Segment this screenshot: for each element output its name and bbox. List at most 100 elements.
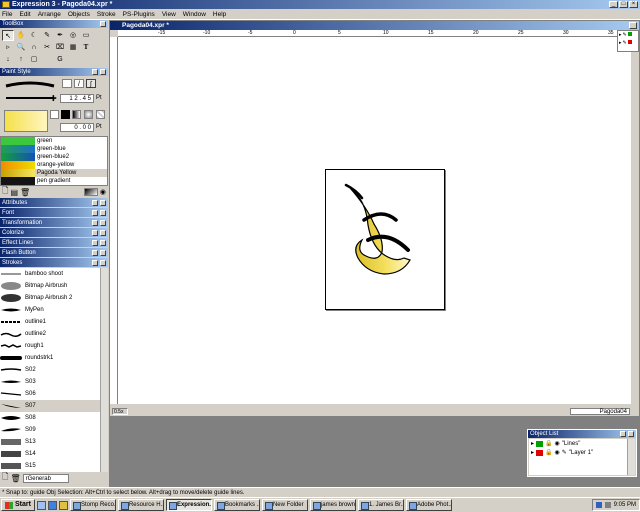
eraser-tool-icon[interactable]: ⌧ — [54, 42, 66, 53]
effect-lines-panel-title[interactable]: Effect Lines — [0, 238, 108, 248]
minimize-icon[interactable]: _ — [609, 1, 618, 8]
rectangle-tool-icon[interactable]: ▭ — [80, 30, 92, 41]
rotate-tool-icon[interactable]: G — [54, 54, 66, 65]
expand-arrow-icon[interactable]: ▸ — [531, 440, 534, 447]
panel-close-icon[interactable] — [100, 260, 106, 266]
taskbar-item-active[interactable]: Expression... — [165, 499, 212, 511]
menu-edit[interactable]: Edit — [19, 11, 30, 18]
strokes-scrollbar[interactable] — [100, 268, 108, 472]
eye-icon[interactable]: ◉ — [555, 440, 560, 447]
list-item[interactable]: S14 — [0, 448, 108, 460]
menu-file[interactable]: File — [2, 11, 12, 18]
taskbar-item[interactable]: Adobe Phot... — [405, 499, 452, 511]
panel-close-icon[interactable] — [100, 21, 106, 27]
panel-menu-icon[interactable] — [92, 210, 98, 216]
lock-icon[interactable]: ▸ — [619, 40, 622, 46]
lasso-tool-icon[interactable]: ☾ — [28, 30, 40, 41]
direct-select-tool-icon[interactable]: ▹ — [2, 42, 14, 53]
layer-row[interactable]: ▸ 🔒 ◉ ✎ "Layer 1" — [529, 448, 635, 457]
grid-tool-icon[interactable]: ▦ — [67, 42, 79, 53]
quicklaunch-ie-icon[interactable] — [47, 500, 57, 510]
horizontal-ruler[interactable]: -15 -10 -5 0 5 10 15 20 25 30 35 — [118, 30, 631, 37]
panel-close-icon[interactable] — [100, 69, 106, 75]
pagoda-artwork[interactable] — [326, 170, 446, 311]
colorize-panel-title[interactable]: Colorize — [0, 228, 108, 238]
list-item[interactable]: bamboo shoot — [0, 268, 108, 280]
pencil-tool-icon[interactable]: ✎ — [41, 30, 53, 41]
pen-icon[interactable]: ✎ — [562, 449, 567, 456]
panel-close-icon[interactable] — [628, 431, 634, 437]
list-item[interactable]: S15 — [0, 460, 108, 472]
arrow-down-tool-icon[interactable]: ↓ — [2, 54, 14, 65]
drawing-canvas[interactable] — [118, 37, 631, 404]
panel-menu-icon[interactable] — [620, 431, 626, 437]
panel-menu-icon[interactable] — [92, 220, 98, 226]
quicklaunch-desktop-icon[interactable] — [36, 500, 46, 510]
pen-icon[interactable]: ✎ — [623, 32, 627, 38]
panel-close-icon[interactable] — [100, 240, 106, 246]
panel-menu-icon[interactable] — [92, 250, 98, 256]
new-stroke-icon[interactable]: 🗋 — [2, 471, 8, 485]
panel-close-icon[interactable] — [100, 230, 106, 236]
pen-line-icon[interactable]: / — [74, 79, 84, 88]
new-swatch-icon[interactable]: 🗋 — [2, 185, 8, 199]
paint-mode-icon[interactable] — [50, 110, 59, 119]
list-item[interactable]: S08 — [0, 412, 108, 424]
list-item[interactable]: roundstrk1 — [0, 352, 108, 364]
list-item[interactable]: rough1 — [0, 340, 108, 352]
stroke-width-unit[interactable]: Pt — [96, 95, 102, 101]
delete-stroke-icon[interactable]: 🗑 — [10, 474, 20, 483]
offset-unit[interactable]: Pt — [96, 124, 102, 130]
swatch-view-icon[interactable] — [83, 188, 98, 196]
frame-tool-icon[interactable]: ▢ — [28, 54, 40, 65]
panel-close-icon[interactable] — [100, 250, 106, 256]
menu-objects[interactable]: Objects — [68, 11, 90, 18]
document-name-field[interactable]: Pagoda04 — [570, 408, 630, 415]
lock-icon[interactable]: 🔒 — [545, 440, 552, 447]
expand-arrow-icon[interactable]: ▸ — [531, 449, 534, 456]
tray-volume-icon[interactable] — [604, 502, 611, 508]
flash-button-panel-title[interactable]: Flash Button — [0, 248, 108, 258]
panel-close-icon[interactable] — [100, 220, 106, 226]
list-item[interactable]: S13 — [0, 436, 108, 448]
start-button[interactable]: Start — [1, 499, 35, 511]
menu-arrange[interactable]: Arrange — [38, 11, 61, 18]
list-item[interactable]: pen gradient — [1, 177, 107, 185]
vertical-ruler[interactable] — [110, 37, 118, 404]
close-icon[interactable]: × — [629, 1, 638, 8]
fill-preview[interactable] — [4, 110, 48, 132]
gradient-icon[interactable] — [72, 110, 81, 119]
pen-icon[interactable]: ✎ — [623, 40, 627, 46]
panel-menu-icon[interactable] — [92, 240, 98, 246]
list-item[interactable]: outline2 — [0, 328, 108, 340]
tray-network-icon[interactable] — [595, 502, 602, 508]
arrow-up-tool-icon[interactable]: ↑ — [15, 54, 27, 65]
list-item[interactable]: Bitmap Airbrush 2 — [0, 292, 108, 304]
list-item[interactable]: S09 — [0, 424, 108, 436]
list-item[interactable]: green-blue2 — [1, 153, 107, 161]
arc-tool-icon[interactable]: ∩ — [28, 42, 40, 53]
panel-menu-icon[interactable] — [92, 69, 98, 75]
ellipse-tool-icon[interactable]: ◎ — [67, 30, 79, 41]
taskbar-item[interactable]: james brown — [309, 499, 356, 511]
eye-icon[interactable]: ◉ — [555, 449, 560, 456]
panel-close-icon[interactable] — [100, 210, 106, 216]
black-swatch-icon[interactable] — [61, 110, 70, 119]
layer-row[interactable]: ▸ 🔒 ◉ "Lines" — [529, 439, 635, 448]
taskbar-item[interactable]: Resource H... — [117, 499, 164, 511]
list-item[interactable]: green-blue — [1, 145, 107, 153]
taskbar-item[interactable]: New Folder — [261, 499, 308, 511]
doc-close-icon[interactable] — [629, 22, 637, 29]
list-item[interactable]: Pagoda Yellow — [1, 169, 107, 177]
panel-menu-icon[interactable] — [92, 200, 98, 206]
menu-ps-plugins[interactable]: PS-Plugins — [123, 11, 155, 18]
taskbar-item[interactable]: Bookmarks ... — [213, 499, 260, 511]
menu-view[interactable]: View — [162, 11, 176, 18]
menu-window[interactable]: Window — [183, 11, 206, 18]
list-item[interactable]: S02 — [0, 364, 108, 376]
menu-help[interactable]: Help — [213, 11, 226, 18]
trash-icon[interactable]: 🗑 — [20, 188, 30, 197]
panel-menu-icon[interactable] — [92, 260, 98, 266]
brush-stroke-icon[interactable]: ∫ — [86, 79, 96, 88]
stroke-width-input[interactable]: 1 2 . 4 5 — [60, 94, 94, 103]
